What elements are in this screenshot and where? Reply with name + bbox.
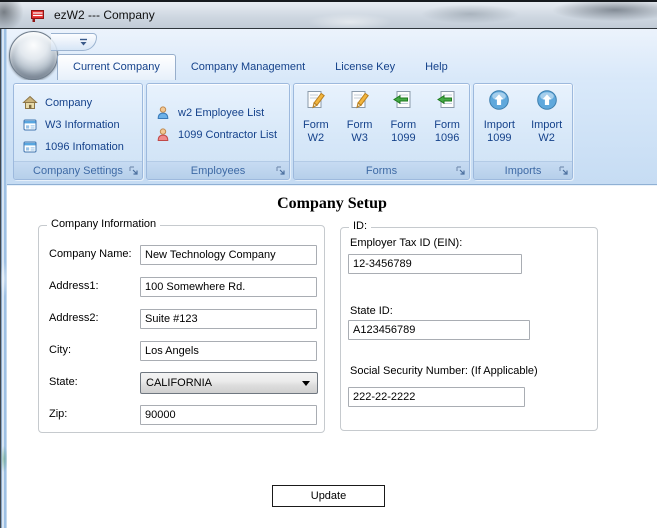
zip-field[interactable]: [140, 405, 317, 425]
1096-information-button[interactable]: 1096 Infomation: [22, 137, 124, 157]
form-w3-button[interactable]: Form W3: [338, 84, 382, 161]
state-selected-value: CALIFORNIA: [146, 377, 213, 389]
group-caption-imports: Imports: [474, 161, 572, 179]
group-caption-forms: Forms: [294, 161, 469, 179]
document-edit-icon: [351, 91, 369, 109]
w2-employee-list-button[interactable]: w2 Employee List: [155, 103, 264, 123]
dialog-launcher-icon[interactable]: [558, 165, 569, 176]
1099-contractor-list-button[interactable]: 1099 Contractor List: [155, 125, 277, 145]
address2-label: Address2:: [49, 312, 99, 324]
ribbon-tabs: Current Company Company Management Licen…: [57, 54, 463, 80]
home-icon: [22, 95, 38, 109]
id-groupbox: ID: Employer Tax ID (EIN): State ID: Soc…: [340, 220, 598, 431]
address1-label: Address1:: [49, 280, 99, 292]
groupbox-legend: ID:: [349, 220, 372, 232]
update-button[interactable]: Update: [272, 485, 385, 507]
document-arrow-icon: [393, 91, 411, 108]
person-blue-icon: [157, 106, 169, 119]
city-label: City:: [49, 344, 71, 356]
document-arrow-icon: [437, 91, 455, 108]
company-name-label: Company Name:: [49, 248, 132, 260]
tab-help[interactable]: Help: [410, 55, 463, 80]
form-1099-button[interactable]: Form 1099: [382, 84, 426, 161]
group-employees: w2 Employee List 1099 Contractor List Em…: [146, 83, 290, 180]
state-label: State:: [49, 376, 78, 388]
w3-information-button[interactable]: W3 Information: [22, 115, 120, 135]
ribbon: Company W3 Information 1096 Infomation C…: [7, 80, 657, 185]
import-circle-icon: [536, 90, 557, 110]
document-edit-icon: [307, 91, 325, 109]
person-red-icon: [157, 128, 169, 141]
company-setup-panel: Company Setup Company Information Compan…: [7, 185, 657, 528]
groupbox-legend: Company Information: [47, 218, 161, 230]
state-select[interactable]: CALIFORNIA: [140, 372, 318, 394]
form-window-icon: [23, 141, 37, 153]
group-forms: Form W2 Form W3 Form 1099 Form 1096 Form…: [293, 83, 470, 180]
qat-dropdown-icon[interactable]: [79, 38, 88, 47]
address1-field[interactable]: [140, 277, 317, 297]
company-name-field[interactable]: [140, 245, 317, 265]
city-field[interactable]: [140, 341, 317, 361]
import-w2-button[interactable]: Import W2: [525, 84, 569, 161]
window-title: ezW2 --- Company: [54, 8, 155, 22]
window-left-border: [0, 29, 7, 528]
import-1099-button[interactable]: Import 1099: [477, 84, 521, 161]
state-id-label: State ID:: [350, 305, 393, 317]
form-w2-button[interactable]: Form W2: [294, 84, 338, 161]
dialog-launcher-icon[interactable]: [455, 165, 466, 176]
form-1096-button[interactable]: Form 1096: [425, 84, 469, 161]
chevron-down-icon: [302, 381, 310, 386]
group-caption-employees: Employees: [147, 161, 289, 179]
ein-label: Employer Tax ID (EIN):: [350, 237, 463, 249]
ssn-field[interactable]: [348, 387, 525, 407]
tab-company-management[interactable]: Company Management: [176, 55, 320, 80]
form-window-icon: [23, 119, 37, 131]
state-id-field[interactable]: [348, 320, 530, 340]
ein-field[interactable]: [348, 254, 522, 274]
group-company-settings: Company W3 Information 1096 Infomation C…: [13, 83, 143, 180]
company-button[interactable]: Company: [22, 93, 92, 113]
ribbon-header: Current Company Company Management Licen…: [7, 29, 657, 80]
dialog-launcher-icon[interactable]: [275, 165, 286, 176]
group-imports: Import 1099 Import W2 Imports: [473, 83, 573, 180]
group-caption-company-settings: Company Settings: [14, 161, 142, 179]
tab-license-key[interactable]: License Key: [320, 55, 410, 80]
title-bar: ezW2 --- Company: [0, 0, 657, 29]
dialog-launcher-icon[interactable]: [128, 165, 139, 176]
app-icon: [31, 10, 44, 22]
page-title: Company Setup: [277, 195, 387, 212]
address2-field[interactable]: [140, 309, 317, 329]
app-window: ezW2 --- Company Current Company Company…: [0, 0, 657, 528]
tab-current-company[interactable]: Current Company: [57, 54, 176, 80]
ssn-label: Social Security Number: (If Applicable): [350, 365, 538, 377]
quick-access-toolbar: [51, 33, 97, 51]
zip-label: Zip:: [49, 408, 68, 420]
import-circle-icon: [489, 90, 510, 110]
company-information-groupbox: Company Information Company Name: Addres…: [38, 218, 325, 433]
